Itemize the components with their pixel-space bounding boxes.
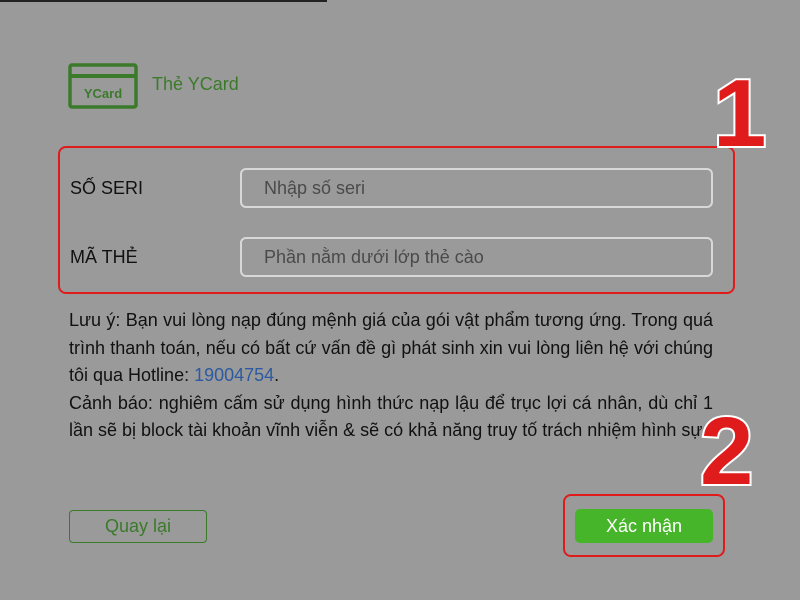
top-divider <box>0 0 327 2</box>
ycard-logo-icon: YCard <box>68 63 138 109</box>
note-end: . <box>274 365 280 385</box>
card-title: Thẻ YCard <box>152 73 239 94</box>
card-input-form: SỐ SERI MÃ THẺ <box>58 146 735 294</box>
hotline-number: 19004754 <box>194 365 275 385</box>
back-button[interactable]: Quay lại <box>69 510 207 543</box>
step-2-marker: 2 <box>698 398 755 505</box>
card-code-row: MÃ THẺ <box>60 237 733 277</box>
notes-section: Lưu ý: Bạn vui lòng nạp đúng mệnh giá củ… <box>69 307 713 445</box>
card-code-label: MÃ THẺ <box>70 247 138 267</box>
serial-row: SỐ SERI <box>60 168 733 208</box>
payment-card-page: YCard Thẻ YCard SỐ SERI MÃ THẺ Lưu ý: Bạ… <box>0 0 800 600</box>
card-header: YCard Thẻ YCard <box>68 62 239 110</box>
warning-paragraph: Cảnh báo: nghiêm cấm sử dụng hình thức n… <box>69 392 713 441</box>
note-paragraph: Lưu ý: Bạn vui lòng nạp đúng mệnh giá củ… <box>69 307 713 390</box>
ycard-logo-text: YCard <box>84 86 122 101</box>
serial-input[interactable] <box>240 168 713 208</box>
serial-label: SỐ SERI <box>70 178 144 198</box>
step-1-marker: 1 <box>711 60 768 167</box>
note-text: Lưu ý: Bạn vui lòng nạp đúng mệnh giá củ… <box>69 310 713 385</box>
card-code-input[interactable] <box>240 237 713 277</box>
confirm-button[interactable]: Xác nhận <box>575 509 713 543</box>
